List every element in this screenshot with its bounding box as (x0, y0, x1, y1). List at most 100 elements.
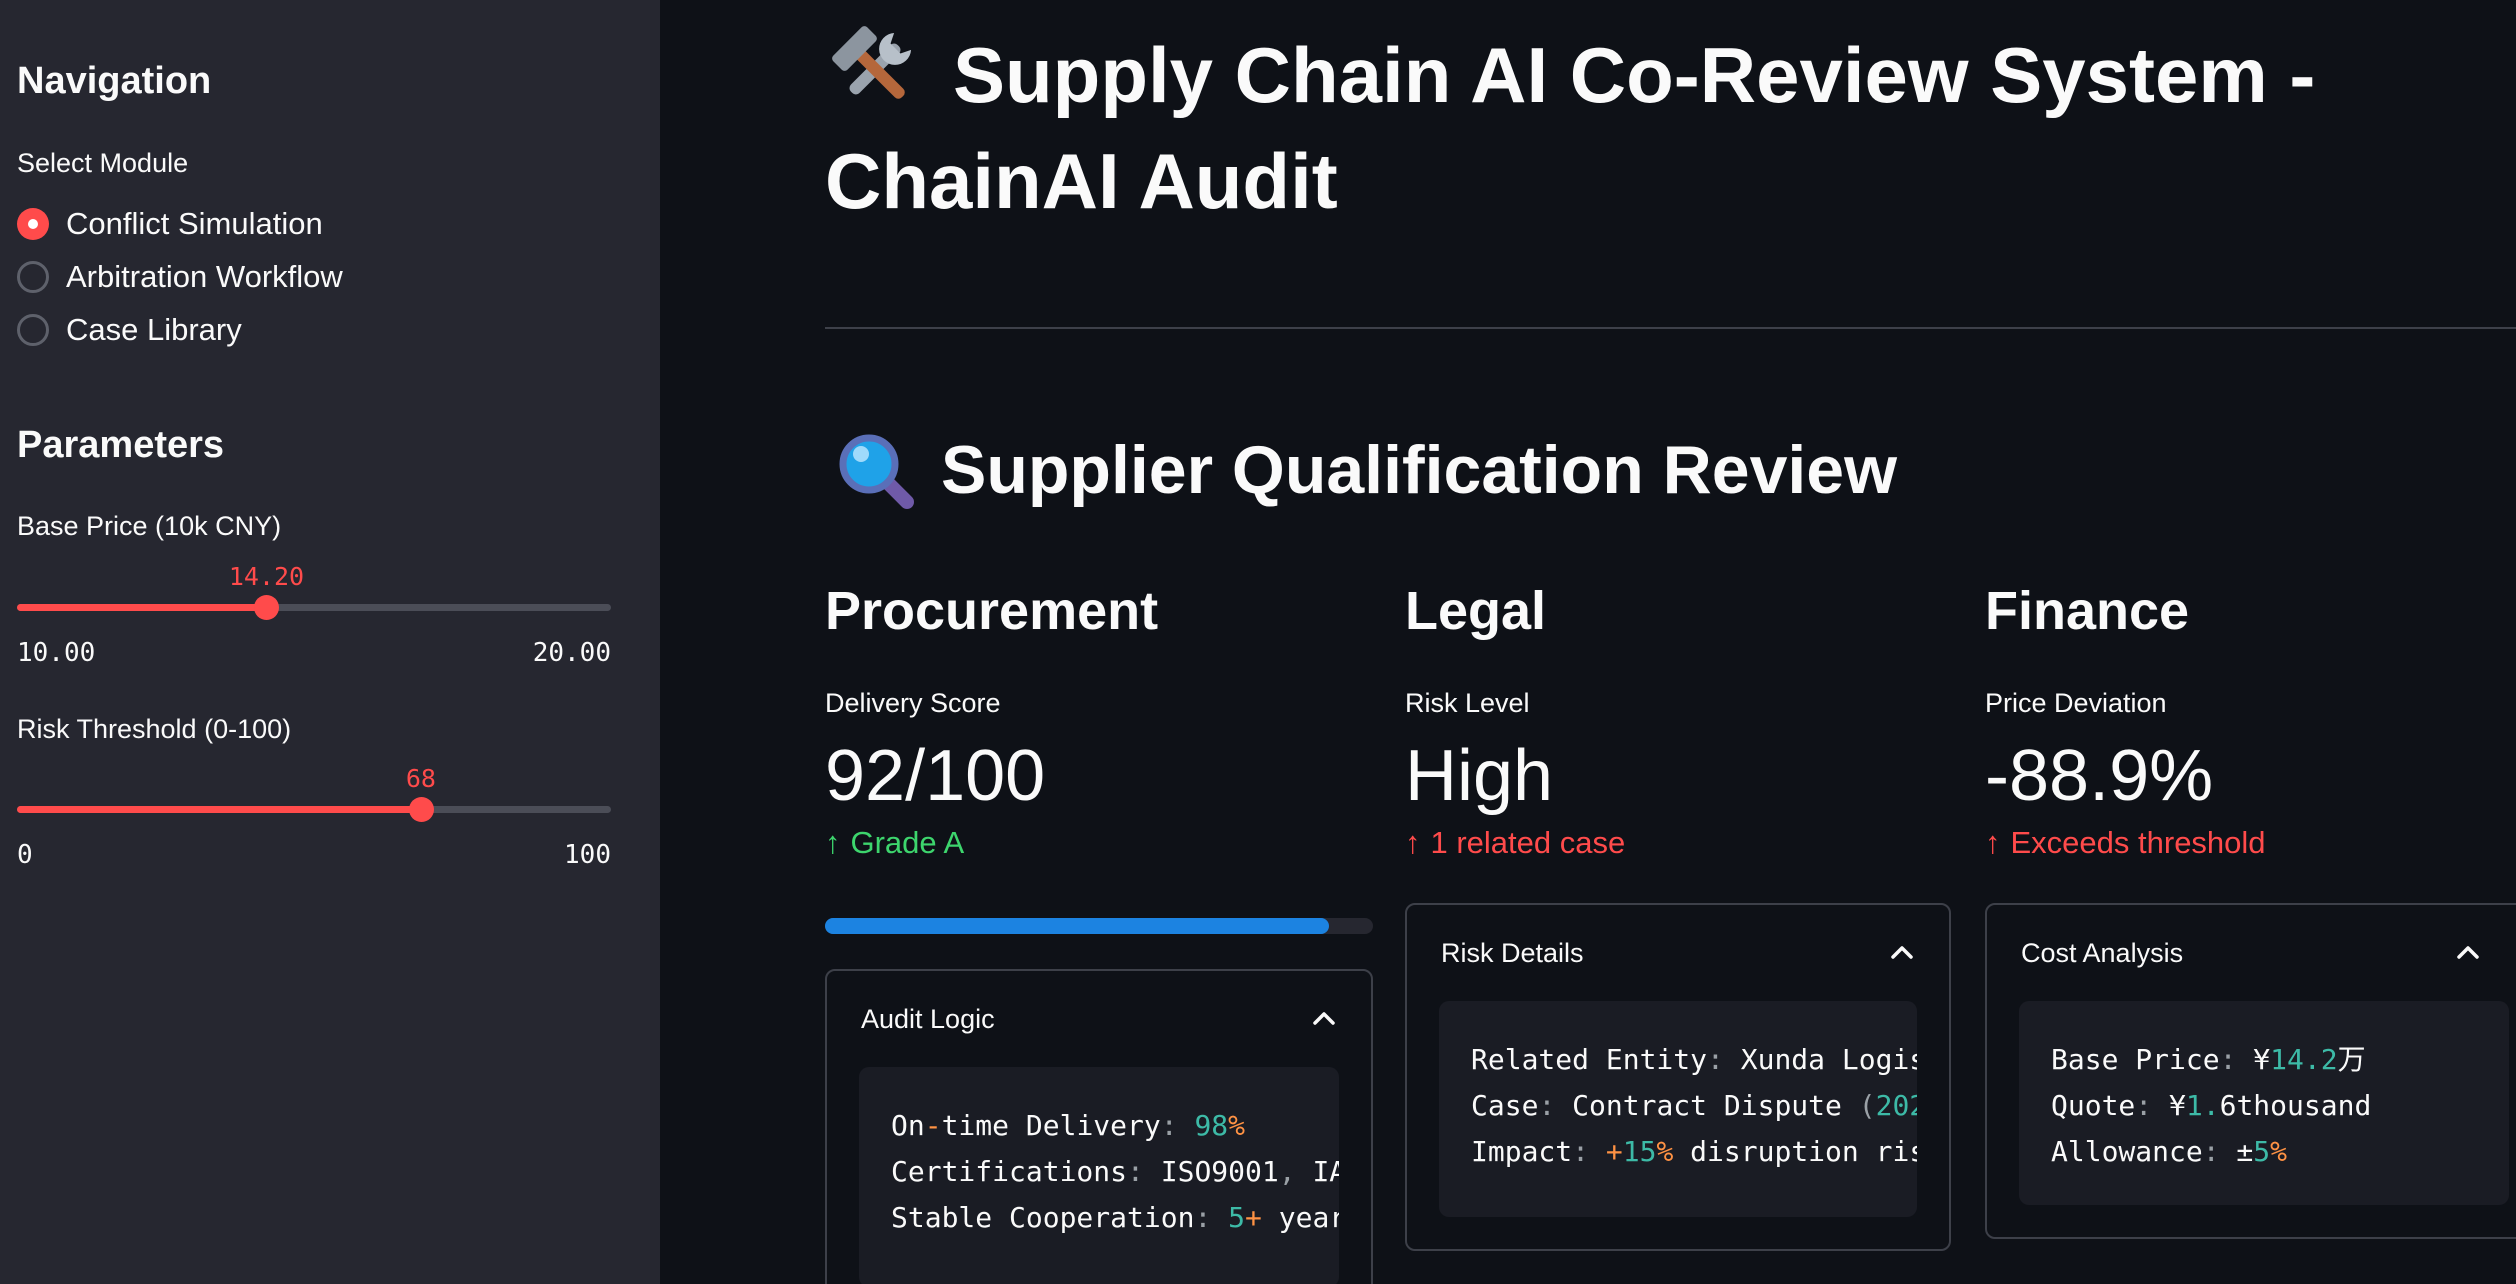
code-token: % (1228, 1109, 1246, 1142)
expander-header[interactable]: Cost Analysis (1987, 905, 2516, 1001)
metric-value: 92/100 (825, 736, 1046, 816)
code-token: , (1278, 1155, 1296, 1188)
code-token: Allowance (2051, 1135, 2203, 1168)
radio-label: Case Library (66, 312, 242, 347)
code-token: + (1245, 1201, 1262, 1234)
code-token: ± (2219, 1135, 2254, 1168)
code-line: On-time Delivery: 98% (891, 1103, 1339, 1149)
radio-label: Arbitration Workflow (66, 259, 343, 294)
page-title: Supply Chain AI Co-Review System - Chain… (825, 22, 2485, 234)
code-token: + (1605, 1135, 1623, 1168)
code-token: : (1127, 1155, 1144, 1188)
code-token: 1. (2185, 1089, 2220, 1122)
code-block: Related Entity: Xunda LogisticsCase: Con… (1439, 1001, 1917, 1217)
code-line: Certifications: ISO9001, IATF16949 (891, 1149, 1339, 1195)
arrow-up-icon: ↑ (825, 825, 841, 860)
finance-column: Finance Price Deviation -88.9% ↑ Exceeds… (1985, 580, 2516, 861)
risk-threshold-slider[interactable]: 68 0 100 (17, 752, 611, 872)
expander-title: Risk Details (1441, 937, 1584, 968)
code-token: : (2202, 1135, 2220, 1168)
code-token: Related Entity (1471, 1043, 1708, 1076)
delivery-progress-bar (825, 918, 1373, 934)
expander-header[interactable]: Audit Logic (827, 971, 1371, 1067)
navigation-heading: Navigation (17, 60, 212, 102)
progress-fill (825, 918, 1330, 934)
code-token: Certifications (891, 1155, 1128, 1188)
code-token: 6thousand (2219, 1089, 2372, 1122)
code-token: 2023 (1875, 1089, 1917, 1122)
expander-header[interactable]: Risk Details (1407, 905, 1949, 1001)
metric-value: High (1405, 736, 1554, 816)
page-title-line1: Supply Chain AI Co-Review System - (953, 31, 2316, 119)
metric-delta: ↑ Exceeds threshold (1985, 825, 2516, 861)
legal-heading: Legal (1405, 581, 1547, 641)
cost-analysis-expander[interactable]: Cost Analysis Base Price: ¥14.2万 Quote: ¥… (1985, 903, 2516, 1239)
code-token: 5 (1228, 1201, 1246, 1234)
code-token: - (924, 1109, 942, 1142)
chevron-up-icon[interactable] (1311, 1006, 1337, 1032)
metric-label: Price Deviation (1985, 688, 2167, 718)
radio-unselected-indicator[interactable] (17, 314, 49, 346)
slider-thumb[interactable] (254, 595, 280, 620)
chevron-up-icon[interactable] (1889, 940, 1915, 966)
code-token: time Delivery (941, 1109, 1161, 1142)
slider-max-label: 20.00 (532, 638, 611, 668)
radio-selected-indicator[interactable] (17, 208, 49, 240)
metric-delta: ↑ 1 related case (1405, 825, 1953, 861)
metric-delta-text: 1 related case (1430, 825, 1626, 860)
code-token: Contract Dispute (1555, 1089, 1859, 1122)
code-token: 15 (1622, 1135, 1657, 1168)
code-token: 万 (2337, 1043, 2366, 1076)
code-token: Impact (1471, 1135, 1573, 1168)
slider-fill (17, 604, 267, 611)
code-token: : (2135, 1089, 2153, 1122)
section-title: Supplier Qualification Review (835, 430, 1897, 510)
radio-unselected-indicator[interactable] (17, 261, 49, 293)
base-price-label: Base Price (10k CNY) (17, 511, 282, 541)
code-token: Stable Cooperation (891, 1201, 1195, 1234)
code-token: years (1278, 1201, 1339, 1234)
code-token: Xunda Logistics (1740, 1043, 1917, 1076)
expander-title: Audit Logic (861, 1003, 995, 1034)
page-title-line2: ChainAI Audit (825, 137, 1338, 225)
code-line: Impact: +15% disruption risk (1471, 1129, 1917, 1175)
chevron-up-icon[interactable] (2455, 940, 2481, 966)
radio-conflict-simulation[interactable]: Conflict Simulation (17, 204, 323, 244)
metric-label: Delivery Score (825, 688, 1001, 718)
code-token: : (1160, 1109, 1178, 1142)
finance-heading: Finance (1985, 581, 2190, 641)
radio-case-library[interactable]: Case Library (17, 310, 242, 350)
code-token: ¥ (2236, 1043, 2271, 1076)
arrow-up-icon: ↑ (1985, 825, 2001, 860)
code-token: : (1194, 1201, 1212, 1234)
slider-thumb[interactable] (408, 797, 434, 822)
legal-column: Legal Risk Level High ↑ 1 related case (1405, 580, 1953, 861)
metric-delta-text: Grade A (850, 825, 965, 860)
procurement-column: Procurement Delivery Score 92/100 ↑ Grad… (825, 580, 1373, 861)
risk-details-expander[interactable]: Risk Details Related Entity: Xunda Logis… (1405, 903, 1951, 1251)
code-token: disruption risk (1673, 1135, 1917, 1168)
sidebar: Navigation Select Module Conflict Simula… (0, 0, 660, 1284)
code-block: Base Price: ¥14.2万 Quote: ¥1.6thousand All… (2019, 1001, 2509, 1205)
code-token: Quote (2051, 1089, 2136, 1122)
hammer-and-wrench-icon (832, 26, 912, 99)
slider-min-label: 10.00 (17, 638, 96, 668)
slider-current-value: 68 (405, 764, 436, 793)
expander-title: Cost Analysis (2021, 937, 2184, 968)
base-price-slider[interactable]: 14.20 10.00 20.00 (17, 550, 611, 670)
audit-logic-expander[interactable]: Audit Logic On-time Delivery: 98% Certifi… (825, 969, 1373, 1284)
metric-delta-text: Exceeds threshold (2010, 825, 2266, 860)
code-token: 98 (1194, 1109, 1229, 1142)
code-token: 14.2 (2270, 1043, 2338, 1076)
metric-label: Risk Level (1405, 688, 1530, 718)
code-token: Case (1471, 1089, 1539, 1122)
magnifying-glass-icon (839, 434, 914, 509)
code-token: : (1538, 1089, 1556, 1122)
code-line: Stable Cooperation: 5+ years (891, 1195, 1339, 1241)
slider-min-label: 0 (17, 840, 33, 870)
radio-arbitration-workflow[interactable]: Arbitration Workflow (17, 257, 343, 297)
code-token: % (2270, 1135, 2288, 1168)
parameters-heading: Parameters (17, 424, 225, 466)
